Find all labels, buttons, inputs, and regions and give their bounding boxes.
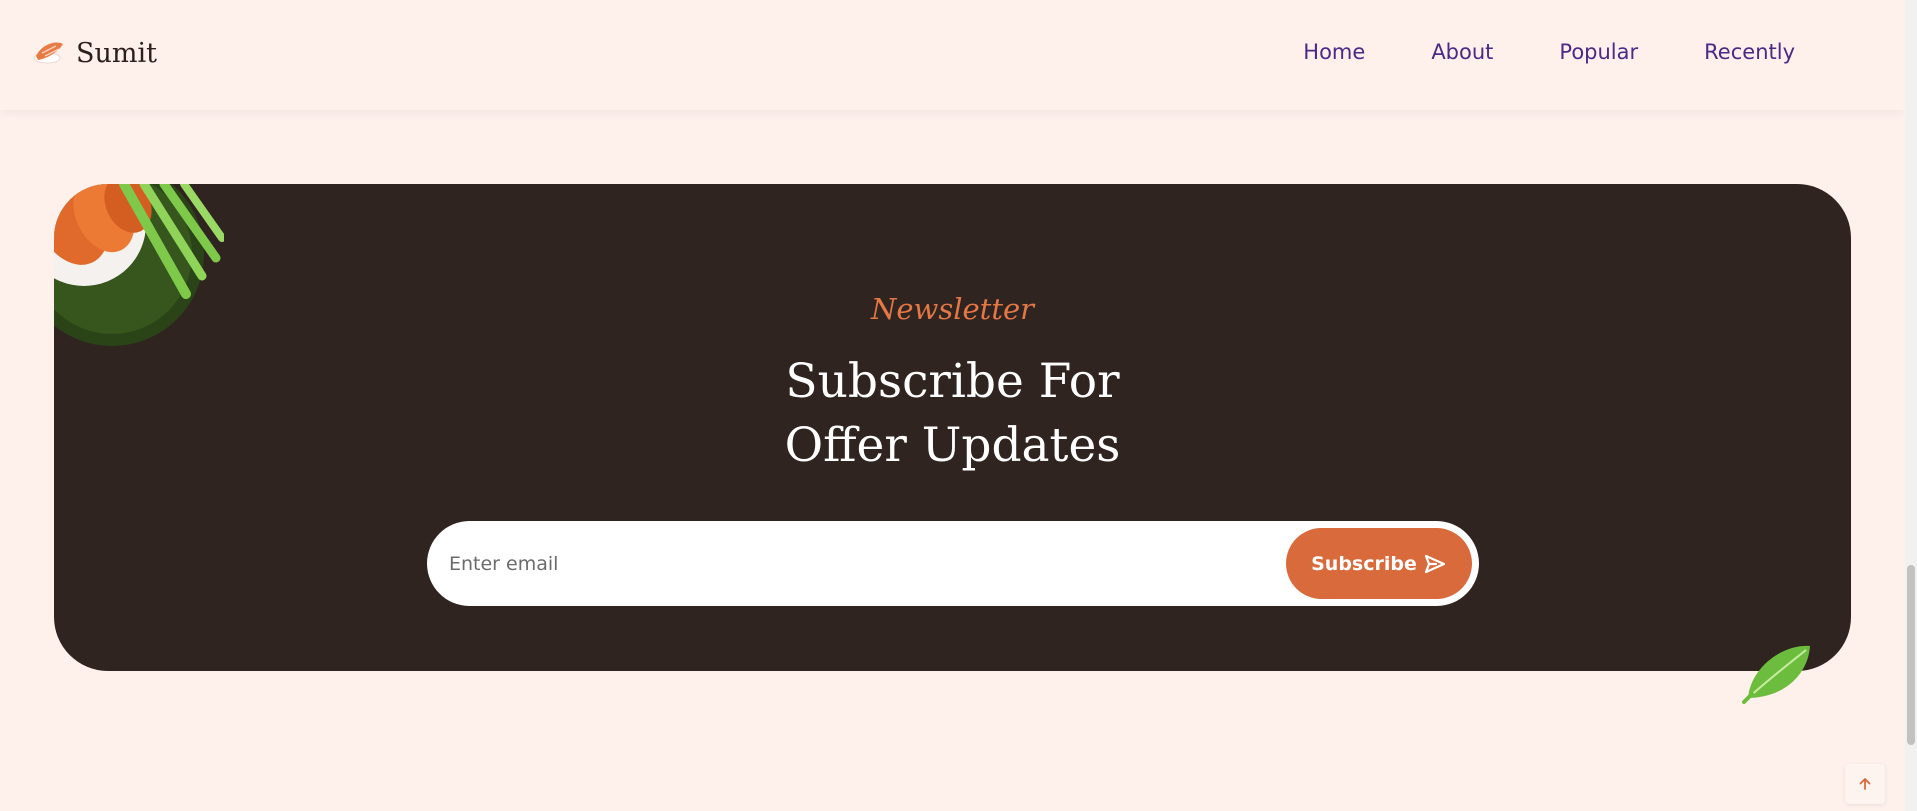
subscribe-button-label: Subscribe bbox=[1311, 552, 1417, 575]
scrollbar-thumb[interactable] bbox=[1907, 565, 1915, 745]
nav-link-popular[interactable]: Popular bbox=[1559, 40, 1638, 64]
send-icon bbox=[1424, 554, 1445, 573]
subscribe-button[interactable]: Subscribe bbox=[1286, 528, 1472, 599]
brand-name: Sumit bbox=[76, 37, 157, 69]
nav-link-about[interactable]: About bbox=[1431, 40, 1493, 64]
main-nav: Home About Popular Recently bbox=[1303, 40, 1795, 64]
arrow-up-icon bbox=[1859, 778, 1871, 790]
nav-link-recently[interactable]: Recently bbox=[1704, 40, 1795, 64]
nav-link-home[interactable]: Home bbox=[1303, 40, 1365, 64]
sushi-decoration-image bbox=[54, 184, 224, 346]
email-input[interactable] bbox=[449, 539, 1269, 589]
newsletter-title-line-1: Subscribe For bbox=[785, 354, 1120, 409]
newsletter-subtitle: Newsletter bbox=[870, 292, 1034, 326]
newsletter-title: Subscribe For Offer Updates bbox=[54, 350, 1851, 478]
leaf-decoration-image bbox=[1742, 645, 1810, 704]
scroll-to-top-button[interactable] bbox=[1845, 764, 1885, 804]
newsletter-form: Subscribe bbox=[427, 521, 1479, 606]
page-scrollbar[interactable] bbox=[1905, 0, 1917, 811]
newsletter-title-line-2: Offer Updates bbox=[784, 418, 1121, 473]
sushi-logo-icon bbox=[33, 42, 63, 64]
site-header: Sumit Home About Popular Recently bbox=[0, 0, 1905, 110]
newsletter-card: Newsletter Subscribe For Offer Updates S… bbox=[54, 184, 1851, 671]
brand-logo[interactable]: Sumit bbox=[32, 36, 157, 70]
